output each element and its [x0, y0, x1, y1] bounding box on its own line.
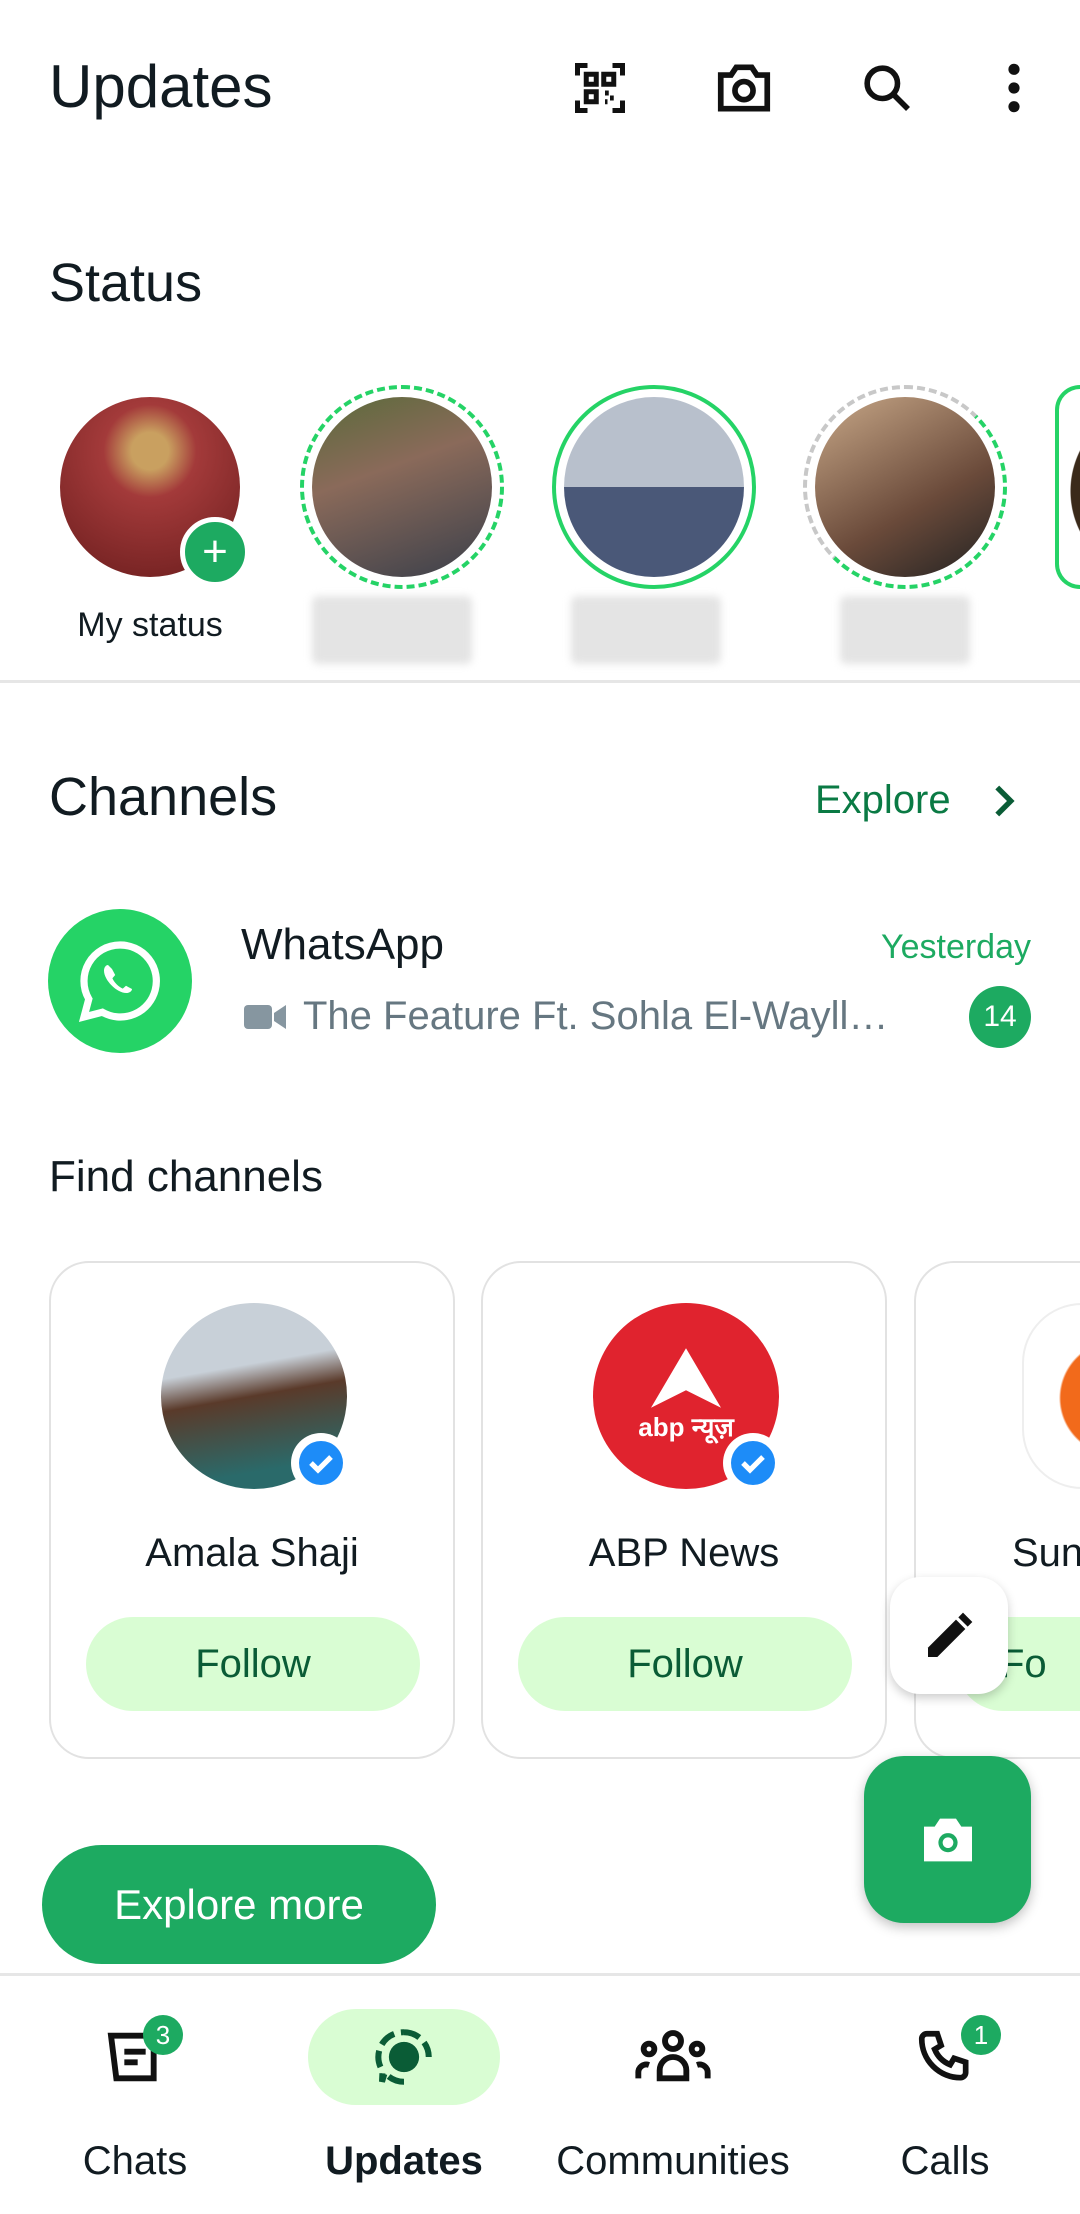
- channel-name: WhatsApp: [241, 920, 444, 969]
- nav-label: Updates: [325, 2139, 483, 2183]
- nav-label: Calls: [900, 2139, 990, 2183]
- follow-button[interactable]: Follow: [86, 1617, 420, 1711]
- channel-name: Sun: [1012, 1531, 1080, 1575]
- my-status[interactable]: +: [60, 397, 250, 587]
- status-item[interactable]: [300, 385, 504, 589]
- nav-chats[interactable]: 3 Chats: [0, 2000, 270, 2200]
- nav-calls[interactable]: 1 Calls: [810, 2000, 1080, 2200]
- explore-link[interactable]: Explore: [815, 778, 1017, 823]
- pencil-icon: [928, 1612, 973, 1657]
- follow-button[interactable]: Follow: [518, 1617, 852, 1711]
- camera-fab[interactable]: [864, 1756, 1031, 1923]
- my-status-label: My status: [77, 606, 223, 644]
- video-icon: [244, 1005, 286, 1029]
- chevron-right-icon: [994, 785, 1015, 816]
- qr-scan-icon[interactable]: [569, 57, 631, 119]
- channel-name: Amala Shaji: [145, 1531, 359, 1575]
- nav-label: Communities: [556, 2139, 790, 2183]
- page-title: Updates: [49, 53, 273, 120]
- section-divider: [0, 680, 1080, 683]
- explore-label: Explore: [815, 778, 951, 822]
- camera-icon: [923, 1818, 972, 1861]
- find-channels-heading: Find channels: [49, 1152, 323, 1201]
- calls-icon: 1: [849, 2009, 1041, 2105]
- channel-avatar: [1022, 1303, 1080, 1489]
- channel-card[interactable]: abp न्यूज़ ABP News Follow: [481, 1261, 887, 1759]
- search-icon[interactable]: [856, 57, 918, 119]
- camera-icon[interactable]: [713, 57, 775, 119]
- communities-icon: [577, 2009, 769, 2105]
- status-item[interactable]: [1055, 385, 1080, 589]
- status-item[interactable]: [803, 385, 1007, 589]
- channels-heading: Channels: [49, 767, 278, 827]
- abp-logo-text: abp न्यूज़: [638, 1412, 734, 1442]
- chats-badge: 3: [143, 2015, 183, 2055]
- nav-label: Chats: [82, 2139, 188, 2183]
- status-heading: Status: [49, 253, 203, 313]
- status-name-redacted: [840, 596, 970, 664]
- verified-icon: [291, 1433, 351, 1493]
- nav-updates[interactable]: Updates: [269, 2000, 539, 2200]
- more-vert-icon[interactable]: [983, 57, 1045, 119]
- status-name-redacted: [571, 596, 721, 664]
- nav-communities[interactable]: Communities: [538, 2000, 808, 2200]
- updates-icon: [308, 2009, 500, 2105]
- status-name-redacted: [312, 596, 472, 664]
- whatsapp-logo-icon: [48, 909, 192, 1053]
- explore-more-button[interactable]: Explore more: [42, 1845, 436, 1964]
- verified-icon: [723, 1433, 783, 1493]
- calls-badge: 1: [961, 2015, 1001, 2055]
- channel-name: ABP News: [588, 1531, 780, 1575]
- chats-icon: 3: [39, 2009, 231, 2105]
- channel-time: Yesterday: [881, 928, 1031, 966]
- channel-preview: The Feature Ft. Sohla El-Wayll…: [303, 994, 889, 1038]
- status-item[interactable]: [552, 385, 756, 589]
- add-status-icon[interactable]: +: [180, 517, 250, 587]
- nav-divider: [0, 1973, 1080, 1976]
- new-text-status-button[interactable]: [890, 1577, 1008, 1694]
- channel-row-whatsapp[interactable]: WhatsApp Yesterday The Feature Ft. Sohla…: [0, 900, 1080, 1060]
- unread-badge: 14: [969, 986, 1031, 1048]
- channel-card[interactable]: Amala Shaji Follow: [49, 1261, 455, 1759]
